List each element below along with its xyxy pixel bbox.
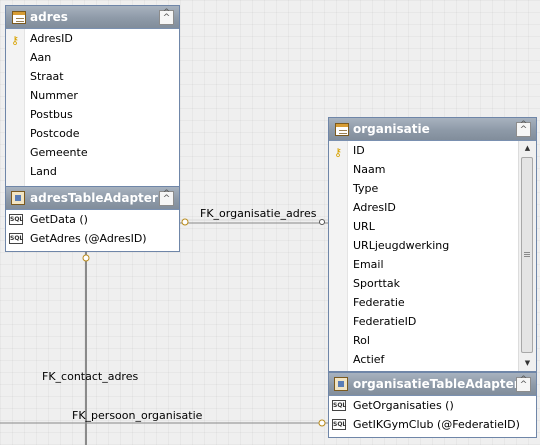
- table-icon: [12, 11, 26, 24]
- adres-adapter-titlebar[interactable]: adresTableAdapter ^ ^: [6, 187, 179, 210]
- column-row[interactable]: Actief: [329, 350, 536, 369]
- adres-table-adapter[interactable]: adresTableAdapter ^ ^ SQL GetData () SQL Get…: [5, 186, 180, 252]
- collapse-icon[interactable]: ^ ^: [159, 9, 174, 25]
- relation-label-persoon-organisatie[interactable]: FK_persoon_organisatie: [72, 409, 202, 422]
- organisatie-adapter-title: organisatieTableAdapter: [353, 377, 520, 391]
- column-name: Gemeente: [30, 146, 88, 159]
- scroll-thumb[interactable]: [521, 157, 533, 353]
- method-row[interactable]: SQL GetData (): [6, 210, 179, 229]
- column-row[interactable]: Sporttak: [329, 274, 536, 293]
- column-row[interactable]: Type: [329, 179, 536, 198]
- column-row[interactable]: URLjeugdwerking: [329, 236, 536, 255]
- method-row[interactable]: SQL GetAdres (@AdresID): [6, 229, 179, 248]
- relation-end-infinity-icon: [319, 219, 325, 225]
- column-row[interactable]: URL: [329, 217, 536, 236]
- adres-adapter-title: adresTableAdapter: [30, 191, 158, 205]
- adres-titlebar[interactable]: adres ^ ^: [6, 6, 179, 29]
- adres-table[interactable]: adres ^ ^ ⚷ AdresID Aan Straat Nummer Postbus P…: [5, 5, 180, 188]
- method-name: GetData (): [30, 213, 88, 226]
- column-row[interactable]: ⚷ ID: [329, 141, 536, 160]
- relation-end-key-icon: [82, 254, 90, 262]
- column-row[interactable]: Postbus: [6, 105, 179, 124]
- column-row[interactable]: Rol: [329, 331, 536, 350]
- column-name: Straat: [30, 70, 64, 83]
- method-name: GetOrganisaties (): [353, 399, 454, 412]
- sql-method-icon: SQL: [9, 233, 24, 244]
- column-name: Aan: [30, 51, 52, 64]
- organisatie-scrollbar[interactable]: ▲ ▼: [518, 141, 536, 371]
- column-name: URLjeugdwerking: [353, 239, 450, 252]
- organisatie-table-adapter[interactable]: organisatieTableAdapter ^ ^ SQL GetOrganis…: [328, 372, 537, 438]
- column-name: Federatie: [353, 296, 405, 309]
- column-name: FederatieID: [353, 315, 417, 328]
- column-row[interactable]: Gemeente: [6, 143, 179, 162]
- table-icon: [335, 123, 349, 136]
- organisatie-columns: ⚷ ID Naam Type AdresID URL URLjeugdwerking Emai…: [329, 141, 536, 369]
- relation-label-organisatie-adres[interactable]: FK_organisatie_adres: [200, 207, 316, 220]
- column-name: Rol: [353, 334, 370, 347]
- column-name: Postbus: [30, 108, 73, 121]
- collapse-icon[interactable]: ^ ^: [516, 121, 531, 137]
- relation-label-contact-adres[interactable]: FK_contact_adres: [42, 370, 138, 383]
- scroll-down-icon[interactable]: ▼: [519, 356, 536, 371]
- adres-columns: ⚷ AdresID Aan Straat Nummer Postbus Postcode Ge…: [6, 29, 179, 181]
- sql-method-icon: SQL: [332, 400, 347, 411]
- relation-end-key-icon: [181, 218, 189, 226]
- column-row[interactable]: Land: [6, 162, 179, 181]
- column-row[interactable]: Email: [329, 255, 536, 274]
- column-row[interactable]: AdresID: [329, 198, 536, 217]
- column-name: ID: [353, 144, 365, 157]
- column-name: Sporttak: [353, 277, 400, 290]
- grip-icon: [524, 252, 530, 257]
- column-row[interactable]: Nummer: [6, 86, 179, 105]
- organisatie-adapter-methods: SQL GetOrganisaties () SQL GetIKGymClub (@F…: [329, 396, 536, 434]
- table-adapter-icon: [334, 377, 348, 391]
- collapse-icon[interactable]: ^ ^: [159, 190, 174, 206]
- column-row[interactable]: Straat: [6, 67, 179, 86]
- column-name: URL: [353, 220, 375, 233]
- column-name: Postcode: [30, 127, 80, 140]
- column-name: AdresID: [353, 201, 396, 214]
- adres-title: adres: [30, 10, 68, 24]
- column-row[interactable]: Naam: [329, 160, 536, 179]
- table-adapter-icon: [11, 191, 25, 205]
- column-row[interactable]: ⚷ AdresID: [6, 29, 179, 48]
- column-name: Email: [353, 258, 384, 271]
- column-row[interactable]: FederatieID: [329, 312, 536, 331]
- organisatie-adapter-titlebar[interactable]: organisatieTableAdapter ^ ^: [329, 373, 536, 396]
- column-row[interactable]: Postcode: [6, 124, 179, 143]
- method-name: GetAdres (@AdresID): [30, 232, 147, 245]
- column-name: Naam: [353, 163, 386, 176]
- column-row[interactable]: Federatie: [329, 293, 536, 312]
- relation-end-key-icon: [318, 419, 326, 427]
- organisatie-title: organisatie: [353, 122, 430, 136]
- sql-method-icon: SQL: [332, 419, 347, 430]
- collapse-icon[interactable]: ^ ^: [516, 376, 531, 392]
- method-name: GetIKGymClub (@FederatieID): [353, 418, 520, 431]
- column-name: Nummer: [30, 89, 78, 102]
- adres-adapter-methods: SQL GetData () SQL GetAdres (@AdresID): [6, 210, 179, 248]
- scroll-up-icon[interactable]: ▲: [519, 141, 536, 156]
- method-row[interactable]: SQL GetOrganisaties (): [329, 396, 536, 415]
- column-name: AdresID: [30, 32, 73, 45]
- organisatie-table[interactable]: organisatie ^ ^ ⚷ ID Naam Type AdresID URL URLj…: [328, 117, 537, 372]
- sql-method-icon: SQL: [9, 214, 24, 225]
- column-row[interactable]: Aan: [6, 48, 179, 67]
- column-name: Actief: [353, 353, 385, 366]
- organisatie-titlebar[interactable]: organisatie ^ ^: [329, 118, 536, 141]
- column-name: Type: [353, 182, 379, 195]
- column-name: Land: [30, 165, 57, 178]
- method-row[interactable]: SQL GetIKGymClub (@FederatieID): [329, 415, 536, 434]
